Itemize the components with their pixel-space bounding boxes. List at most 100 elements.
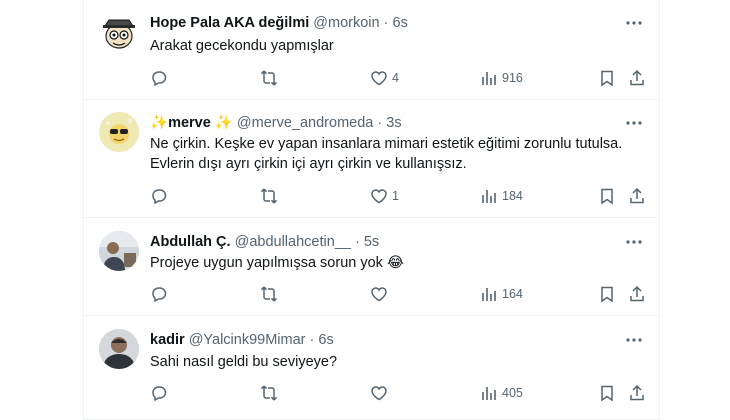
views-button[interactable]: 916	[480, 68, 523, 88]
user-handle[interactable]: @abdullahcetin__	[235, 234, 351, 250]
display-name[interactable]: ✨merve ✨	[150, 115, 233, 131]
like-button[interactable]	[370, 383, 392, 403]
tweet-header: kadir @Yalcink99Mimar · 6s	[150, 331, 599, 349]
reply-button[interactable]	[150, 284, 172, 304]
repost-button[interactable]	[260, 186, 282, 206]
tweet-text: Sahi nasıl geldi bu seviyeye?	[150, 352, 639, 372]
user-handle[interactable]: @Yalcink99Mimar	[189, 332, 306, 348]
sparkles-emoji: ✨	[150, 115, 169, 131]
action-bar: 4 916	[150, 68, 647, 88]
share-icon	[630, 187, 644, 204]
repost-button[interactable]	[260, 383, 282, 403]
reply-button[interactable]	[150, 186, 172, 206]
like-icon	[371, 287, 387, 302]
share-button[interactable]	[628, 383, 646, 403]
like-button[interactable]: 4	[370, 68, 399, 88]
view-count: 184	[502, 189, 523, 203]
bookmark-button[interactable]	[598, 186, 616, 206]
tweet[interactable]: kadir @Yalcink99Mimar · 6s Sahi nasıl ge…	[84, 316, 659, 420]
views-button[interactable]: 184	[480, 186, 523, 206]
tweet-header: Hope Pala AKA değilmi @morkoin · 6s	[150, 14, 599, 32]
timestamp[interactable]: 6s	[318, 332, 333, 348]
avatar[interactable]	[99, 329, 139, 369]
reply-icon	[152, 386, 167, 402]
action-bar: 405	[150, 383, 647, 403]
tweet[interactable]: ✨merve ✨ @merve_andromeda · 3s Ne çirkin…	[84, 100, 659, 218]
views-icon	[482, 190, 496, 203]
tweet-line: Sahi nasıl geldi bu seviyeye?	[150, 354, 338, 370]
tweet[interactable]: Abdullah Ç. @abdullahcetin__ · 5s Projey…	[84, 218, 659, 316]
more-icon[interactable]	[625, 331, 643, 349]
like-icon	[371, 386, 387, 401]
reply-icon	[152, 287, 167, 303]
reply-button[interactable]	[150, 383, 172, 403]
share-button[interactable]	[628, 284, 646, 304]
avatar[interactable]	[99, 112, 139, 152]
action-bar: 1 184	[150, 186, 647, 206]
share-button[interactable]	[628, 68, 646, 88]
more-icon[interactable]	[625, 233, 643, 251]
repost-button[interactable]	[260, 68, 282, 88]
display-name-text: merve	[168, 115, 211, 131]
tweet-line: Evlerin dışı ayrı çirkin içi ayrı çirkin…	[150, 156, 467, 172]
separator-dot: ·	[354, 234, 360, 250]
timestamp[interactable]: 5s	[364, 234, 379, 250]
tweet[interactable]: Hope Pala AKA değilmi @morkoin · 6s Arak…	[84, 0, 659, 100]
bookmark-icon	[601, 188, 613, 205]
reply-icon	[152, 71, 167, 87]
views-button[interactable]: 164	[480, 284, 523, 304]
display-name[interactable]: kadir	[150, 332, 185, 348]
share-icon	[630, 384, 644, 401]
share-icon	[630, 285, 644, 302]
like-count: 1	[392, 189, 399, 203]
timestamp[interactable]: 6s	[393, 15, 408, 31]
like-icon	[371, 71, 387, 86]
view-count: 405	[502, 386, 523, 400]
repost-icon	[260, 188, 278, 204]
separator-dot: ·	[383, 15, 389, 31]
avatar[interactable]	[99, 231, 139, 271]
timestamp[interactable]: 3s	[386, 115, 401, 131]
tweet-feed: Hope Pala AKA değilmi @morkoin · 6s Arak…	[83, 0, 660, 420]
bookmark-button[interactable]	[598, 284, 616, 304]
more-icon[interactable]	[625, 14, 643, 32]
share-button[interactable]	[628, 186, 646, 206]
like-icon	[371, 189, 387, 204]
like-button[interactable]	[370, 284, 392, 304]
display-name[interactable]: Hope Pala AKA değilmi	[150, 15, 309, 31]
tweet-line: Projeye uygun yapılmışsa sorun yok 😂	[150, 255, 404, 271]
tweet-text: Projeye uygun yapılmışsa sorun yok 😂	[150, 253, 639, 273]
tweet-text: Arakat gecekondu yapmışlar	[150, 36, 639, 56]
separator-dot: ·	[309, 332, 315, 348]
like-button[interactable]: 1	[370, 186, 399, 206]
views-icon	[482, 387, 496, 400]
more-icon[interactable]	[625, 114, 643, 132]
like-count: 4	[392, 71, 399, 85]
tweet-line: Ne çirkin. Keşke ev yapan insanlara mima…	[150, 136, 623, 152]
tweet-text: Ne çirkin. Keşke ev yapan insanlara mima…	[150, 134, 639, 174]
share-icon	[630, 69, 644, 86]
tweet-line: Arakat gecekondu yapmışlar	[150, 38, 334, 54]
bookmark-button[interactable]	[598, 68, 616, 88]
avatar[interactable]	[99, 12, 139, 52]
user-handle[interactable]: @merve_andromeda	[237, 115, 373, 131]
bookmark-button[interactable]	[598, 383, 616, 403]
reply-icon	[152, 189, 167, 205]
bookmark-icon	[601, 286, 613, 303]
tweet-header: Abdullah Ç. @abdullahcetin__ · 5s	[150, 233, 599, 251]
view-count: 164	[502, 287, 523, 301]
sparkles-emoji: ✨	[214, 115, 233, 131]
repost-icon	[260, 385, 278, 401]
display-name[interactable]: Abdullah Ç.	[150, 234, 231, 250]
reply-button[interactable]	[150, 68, 172, 88]
user-handle[interactable]: @morkoin	[313, 15, 379, 31]
views-icon	[482, 72, 496, 85]
view-count: 916	[502, 71, 523, 85]
views-icon	[482, 288, 496, 301]
action-bar: 164	[150, 284, 647, 304]
separator-dot: ·	[377, 115, 383, 131]
tweet-header: ✨merve ✨ @merve_andromeda · 3s	[150, 114, 599, 132]
bookmark-icon	[601, 70, 613, 87]
repost-button[interactable]	[260, 284, 282, 304]
views-button[interactable]: 405	[480, 383, 523, 403]
